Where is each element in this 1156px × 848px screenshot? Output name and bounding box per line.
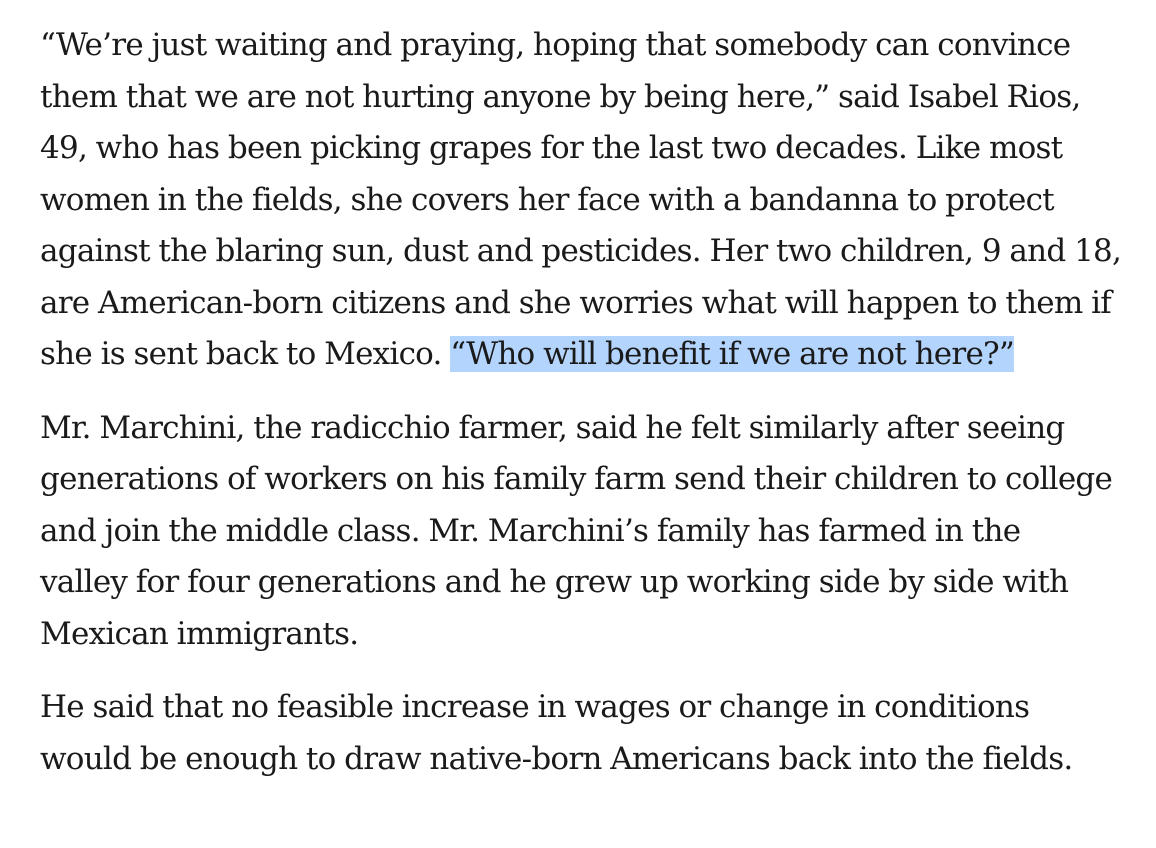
paragraph-marchini: Mr. Marchini, the radicchio farmer, said… xyxy=(40,403,1130,661)
selected-text-highlight[interactable]: “Who will benefit if we are not here?” xyxy=(450,336,1015,372)
paragraph-wages: He said that no feasible increase in wag… xyxy=(40,682,1130,785)
article-body: “We’re just waiting and praying, hoping … xyxy=(40,20,1130,807)
text-line: and join the middle class. Mr. Marchini’… xyxy=(40,512,1021,549)
text-line: He said that no feasible increase in wag… xyxy=(40,689,1030,725)
text-line: “We’re just waiting and praying, hoping … xyxy=(40,27,1071,63)
text-line: women in the fields, she covers her face… xyxy=(40,181,1055,218)
text-segment: she is sent back to Mexico. xyxy=(40,336,451,372)
text-line: valley for four generations and he grew … xyxy=(40,564,1069,600)
paragraph-rios-quote: “We’re just waiting and praying, hoping … xyxy=(40,20,1130,381)
text-line: Mexican immigrants. xyxy=(40,615,359,652)
page: { "article": { "paragraphs": [ { "lines"… xyxy=(0,0,1156,848)
text-line: them that we are not hurting anyone by b… xyxy=(40,78,1081,115)
text-line: would be enough to draw native-born Amer… xyxy=(40,740,1073,777)
text-line: against the blaring sun, dust and pestic… xyxy=(40,233,1122,269)
text-line: are American-born citizens and she worri… xyxy=(40,284,1112,321)
text-line-with-selection: she is sent back to Mexico. “Who will be… xyxy=(40,329,1130,381)
text-line: generations of workers on his family far… xyxy=(40,461,1113,497)
text-line: 49, who has been picking grapes for the … xyxy=(40,130,1063,166)
text-line: Mr. Marchini, the radicchio farmer, said… xyxy=(40,409,1065,446)
